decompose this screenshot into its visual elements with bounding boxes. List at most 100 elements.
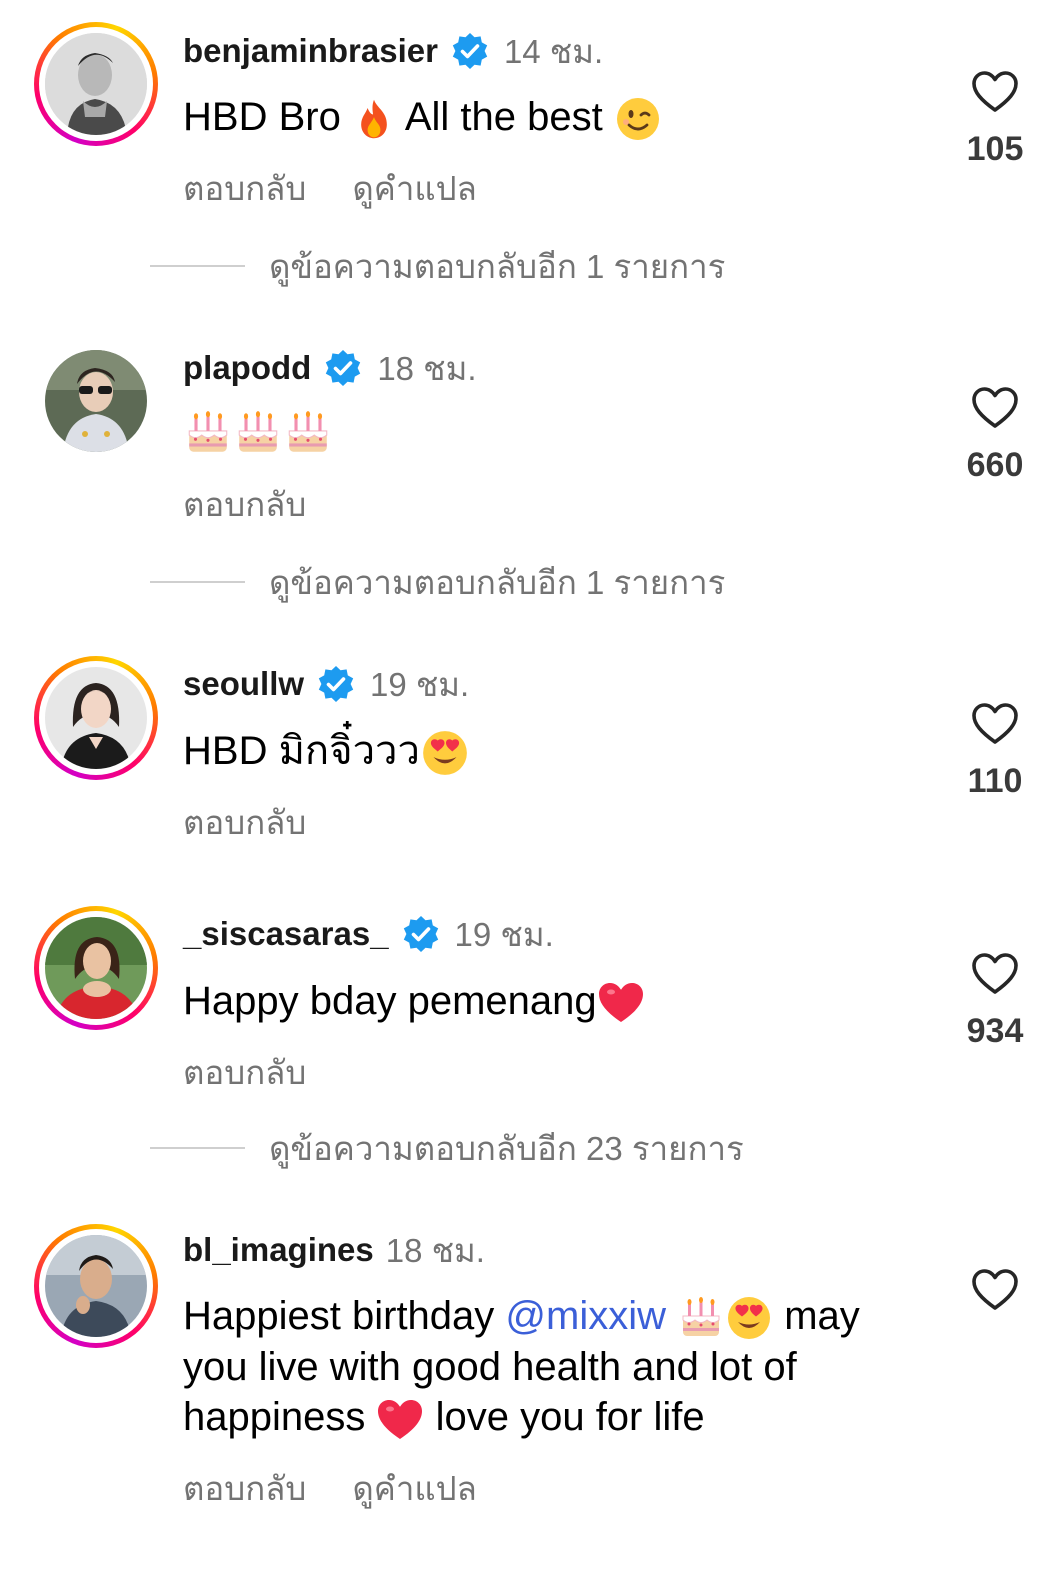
birthday-cake-emoji-icon bbox=[233, 408, 283, 458]
like-column bbox=[963, 1268, 1027, 1312]
username[interactable]: bl_imagines bbox=[183, 1231, 374, 1269]
comment-header: _siscasaras_ 19 ชม. bbox=[183, 912, 554, 956]
comment-actions: ตอบกลับ ดูคำแปล bbox=[183, 1462, 477, 1515]
comment-text-line: Happiest birthday @mixxiw may bbox=[183, 1291, 860, 1342]
comment-header: benjaminbrasier 14 ชม. bbox=[183, 29, 603, 73]
view-replies-button[interactable]: ดูข้อความตอบกลับอีก 1 รายการ bbox=[150, 562, 725, 602]
reply-button[interactable]: ตอบกลับ bbox=[183, 1054, 306, 1091]
view-replies-button[interactable]: ดูข้อความตอบกลับอีก 1 รายการ bbox=[150, 246, 725, 286]
red-heart-emoji-icon bbox=[376, 1397, 424, 1443]
avatar-portrait-icon bbox=[45, 33, 147, 135]
avatar-story-ring[interactable] bbox=[34, 906, 158, 1030]
timestamp: 18 ชม. bbox=[377, 349, 477, 387]
comment-text: HBD Bro All the best bbox=[183, 92, 662, 143]
avatar-ring-gap bbox=[39, 27, 153, 141]
timestamp: 19 ชม. bbox=[370, 665, 470, 703]
avatar-portrait-icon bbox=[45, 917, 147, 1019]
comment-header: bl_imagines 18 ชม. bbox=[183, 1228, 485, 1272]
username[interactable]: plapodd bbox=[183, 349, 311, 387]
like-count: 934 bbox=[966, 1012, 1024, 1050]
avatar-portrait-icon bbox=[45, 667, 147, 769]
comment-text bbox=[183, 406, 333, 458]
birthday-cake-emoji-icon bbox=[677, 1294, 725, 1342]
heart-outline-icon[interactable] bbox=[971, 70, 1019, 114]
comment-seoullw: seoullw 19 ชม. HBD มิกจิ๋ววว ตอบกลับ 110 bbox=[0, 640, 1061, 870]
view-replies-label: ดูข้อความตอบกลับอีก 1 รายการ bbox=[269, 247, 726, 285]
username[interactable]: seoullw bbox=[183, 665, 304, 703]
comment-text: Happy bday pemenang bbox=[183, 976, 645, 1026]
comment-text: Happiest birthday @mixxiw may you live w… bbox=[183, 1291, 860, 1443]
avatar[interactable] bbox=[45, 350, 147, 452]
like-count: 660 bbox=[966, 446, 1024, 484]
like-count: 110 bbox=[967, 762, 1023, 800]
comment-text: HBD มิกจิ๋ววว bbox=[183, 726, 470, 778]
see-translation-button[interactable]: ดูคำแปล bbox=[352, 170, 476, 207]
fire-emoji-icon bbox=[352, 97, 396, 141]
like-column: 110 bbox=[963, 702, 1027, 801]
birthday-cake-emoji-icon bbox=[283, 408, 333, 458]
comment-text-part: HBD มิกจิ๋ววว bbox=[183, 729, 420, 773]
comment-text-part: Happy bday pemenang bbox=[183, 979, 597, 1023]
timestamp: 19 ชม. bbox=[454, 915, 554, 953]
heart-outline-icon[interactable] bbox=[971, 952, 1019, 996]
reply-button[interactable]: ตอบกลับ bbox=[183, 804, 306, 841]
reply-button[interactable]: ตอบกลับ bbox=[183, 486, 306, 523]
avatar-ring-gap bbox=[39, 1229, 153, 1343]
heart-outline-icon[interactable] bbox=[971, 702, 1019, 746]
reply-button[interactable]: ตอบกลับ bbox=[183, 1470, 306, 1507]
like-column: 660 bbox=[963, 386, 1027, 485]
comment-text-line: you live with good health and lot of bbox=[183, 1345, 797, 1390]
comment-bl-imagines: bl_imagines 18 ชม. Happiest birthday @mi… bbox=[0, 1210, 1061, 1550]
avatar-story-ring[interactable] bbox=[34, 22, 158, 146]
comment-text-part: happiness bbox=[183, 1395, 377, 1440]
replies-divider-line bbox=[150, 1147, 245, 1149]
comment-actions: ตอบกลับ bbox=[183, 1046, 306, 1099]
view-replies-button[interactable]: ดูข้อความตอบกลับอีก 23 รายการ bbox=[150, 1128, 744, 1168]
replies-divider-line bbox=[150, 581, 245, 583]
verified-badge-icon bbox=[323, 348, 363, 388]
comment-text-part: love you for life bbox=[424, 1395, 705, 1440]
mention-link[interactable]: @mixxiw bbox=[505, 1294, 666, 1338]
like-count: 105 bbox=[966, 130, 1024, 168]
timestamp: 14 ชม. bbox=[503, 32, 604, 70]
avatar bbox=[45, 33, 147, 135]
timestamp: 18 ชม. bbox=[385, 1231, 485, 1269]
avatar-story-ring[interactable] bbox=[34, 1224, 158, 1348]
view-replies-label: ดูข้อความตอบกลับอีก 1 รายการ bbox=[269, 563, 726, 601]
comment-actions: ตอบกลับ bbox=[183, 478, 306, 531]
avatar bbox=[45, 667, 147, 769]
avatar-story-ring[interactable] bbox=[34, 656, 158, 780]
comment-text-part: may bbox=[773, 1294, 860, 1338]
replies-divider-line bbox=[150, 265, 245, 267]
birthday-cake-emoji-icon bbox=[183, 408, 233, 458]
avatar-ring-gap bbox=[39, 911, 153, 1025]
comment-text-part: All the best bbox=[395, 95, 614, 139]
comment-plapodd: plapodd 18 ชม. ตอบกลับ 660 bbox=[0, 330, 1061, 570]
see-translation-button[interactable]: ดูคำแปล bbox=[352, 1470, 476, 1507]
heart-eyes-emoji-icon bbox=[420, 728, 470, 778]
comment-actions: ตอบกลับ ดูคำแปล bbox=[183, 162, 477, 215]
comment-siscasaras: _siscasaras_ 19 ชม. Happy bday pemenang … bbox=[0, 890, 1061, 1120]
heart-outline-icon[interactable] bbox=[971, 1268, 1019, 1312]
verified-badge-icon bbox=[401, 914, 441, 954]
comment-text-part: HBD Bro bbox=[183, 95, 352, 139]
username[interactable]: _siscasaras_ bbox=[183, 915, 389, 953]
verified-badge-icon bbox=[316, 664, 356, 704]
avatar-portrait-icon bbox=[45, 350, 147, 452]
avatar-ring-gap bbox=[39, 661, 153, 775]
comment-actions: ตอบกลับ bbox=[183, 796, 306, 849]
comment-text-line: happiness love you for life bbox=[183, 1392, 860, 1442]
view-replies-label: ดูข้อความตอบกลับอีก 23 รายการ bbox=[269, 1129, 744, 1167]
reply-button[interactable]: ตอบกลับ bbox=[183, 170, 306, 207]
comment-text-part: Happiest birthday bbox=[183, 1294, 506, 1338]
comment-header: seoullw 19 ชม. bbox=[183, 662, 469, 706]
avatar bbox=[45, 917, 147, 1019]
comment-header: plapodd 18 ชม. bbox=[183, 346, 477, 390]
verified-badge-icon bbox=[450, 31, 490, 71]
like-column: 934 bbox=[963, 952, 1027, 1051]
like-column: 105 bbox=[963, 70, 1027, 169]
heart-eyes-emoji-icon bbox=[725, 1294, 773, 1342]
heart-outline-icon[interactable] bbox=[971, 386, 1019, 430]
username[interactable]: benjaminbrasier bbox=[183, 32, 438, 70]
red-heart-emoji-icon bbox=[597, 980, 645, 1026]
